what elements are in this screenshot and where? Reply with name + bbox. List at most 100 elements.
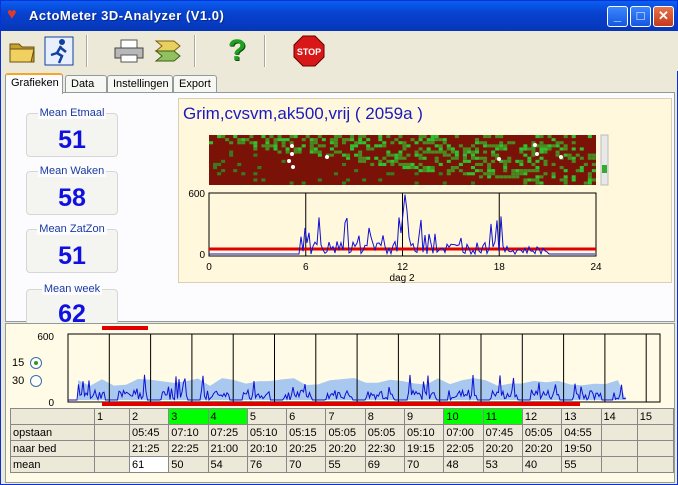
activity-heatmap (209, 135, 596, 185)
table-cell[interactable]: 20:10 (246, 440, 288, 457)
table-cell[interactable] (600, 424, 638, 441)
table-cell[interactable]: 19:50 (561, 440, 602, 457)
table-cell[interactable]: 19:15 (404, 440, 445, 457)
day-header-cell[interactable]: 7 (325, 408, 366, 425)
running-man-icon[interactable] (42, 35, 76, 67)
table-cell[interactable] (93, 456, 130, 473)
table-cell[interactable] (600, 456, 638, 473)
detail-graph[interactable]: 600 0 0 6 12 18 24 dag 2 (179, 99, 673, 284)
interval-15-radio[interactable] (30, 357, 42, 369)
day-table: 1 2 3 4 5 6 7 8 9 10 11 12 13 14 15 opstaan 05:45 07:10 07… (10, 408, 675, 473)
metric-value: 58 (58, 184, 86, 212)
overview-graph[interactable]: 600 0 (6, 324, 674, 408)
table-cell[interactable] (636, 424, 675, 441)
tab-export[interactable]: Export (173, 75, 217, 93)
metric-mean-zatzon: Mean ZatZon 51 (26, 223, 118, 273)
radio-label-15: 15 (12, 357, 25, 369)
table-cell[interactable]: 07:25 (207, 424, 248, 441)
table-cell[interactable] (93, 440, 130, 457)
table-cell[interactable]: 05:15 (286, 424, 327, 441)
table-cell[interactable]: 76 (246, 456, 288, 473)
table-cell[interactable]: 20:20 (521, 440, 563, 457)
table-cell[interactable]: 40 (521, 456, 563, 473)
table-cell[interactable]: 61 (128, 456, 170, 473)
table-cell[interactable]: 22:05 (443, 440, 484, 457)
table-cell[interactable]: 07:45 (482, 424, 523, 441)
day-header-cell[interactable]: 14 (600, 408, 638, 425)
table-cell[interactable]: 70 (404, 456, 445, 473)
app-window: ♥ ActoMeter 3D-Analyzer (V1.0) _ □ ✕ ? S… (0, 0, 678, 485)
x-tick-label: 6 (303, 262, 309, 273)
y-tick-label: 600 (188, 189, 205, 200)
table-cell[interactable] (636, 456, 675, 473)
heatmap-point (533, 143, 537, 147)
tab-grafieken[interactable]: Grafieken (5, 73, 63, 94)
help-icon[interactable]: ? (220, 34, 254, 67)
day-header-cell[interactable]: 13 (561, 408, 602, 425)
table-cell[interactable]: 53 (482, 456, 523, 473)
day-header-cell[interactable]: 15 (636, 408, 675, 425)
table-cell[interactable]: 05:10 (404, 424, 445, 441)
radio-label-30: 30 (12, 375, 25, 387)
heatmap-point (291, 165, 295, 169)
table-cell[interactable]: 21:25 (128, 440, 170, 457)
table-cell[interactable]: 20:20 (482, 440, 523, 457)
table-cell[interactable]: 05:05 (521, 424, 563, 441)
chevrons-icon[interactable] (150, 35, 184, 67)
table-cell[interactable]: 69 (364, 456, 406, 473)
interval-30-radio[interactable] (30, 375, 42, 387)
day-header-cell[interactable]: 12 (521, 408, 563, 425)
day-header-cell[interactable]: 11 (482, 408, 523, 425)
detail-graph-panel: Grim,cvsvm,ak500,vrij ( 2059a ) 600 0 06… (178, 98, 673, 284)
day-header-cell[interactable]: 3 (168, 408, 209, 425)
table-cell[interactable] (636, 440, 675, 457)
metric-label: Mean Etmaal (37, 107, 107, 119)
day-header-cell[interactable]: 5 (246, 408, 288, 425)
heatmap-scrollbar[interactable] (600, 134, 609, 186)
table-cell[interactable]: 20:20 (325, 440, 366, 457)
y-tick-label: 0 (48, 398, 54, 408)
table-cell[interactable]: 70 (286, 456, 327, 473)
table-row: opstaan 05:45 07:10 07:25 05:10 05:15 05:05 05:… (10, 424, 675, 441)
tab-instellingen[interactable]: Instellingen (107, 75, 173, 93)
toolbar: ? STOP (2, 31, 678, 71)
day-header-cell[interactable]: 9 (404, 408, 445, 425)
tab-data[interactable]: Data (65, 75, 107, 93)
day-header-cell[interactable]: 10 (443, 408, 484, 425)
day-header-cell[interactable]: 1 (93, 408, 130, 425)
table-cell[interactable]: 07:10 (168, 424, 209, 441)
stop-icon[interactable]: STOP (292, 35, 326, 67)
day-header-cell[interactable]: 8 (364, 408, 406, 425)
close-button[interactable]: ✕ (653, 6, 674, 27)
table-cell[interactable]: 20:25 (286, 440, 327, 457)
minimize-button[interactable]: _ (607, 6, 628, 27)
table-cell[interactable]: 05:45 (128, 424, 170, 441)
x-tick-label: 0 (206, 262, 212, 273)
heatmap-scroll-thumb[interactable] (602, 165, 607, 173)
table-cell[interactable]: 07:00 (443, 424, 484, 441)
day-header-cell[interactable]: 2 (128, 408, 170, 425)
table-cell[interactable]: 05:05 (364, 424, 406, 441)
table-cell[interactable]: 04:55 (561, 424, 602, 441)
table-cell[interactable]: 55 (325, 456, 366, 473)
table-cell[interactable]: 05:05 (325, 424, 366, 441)
table-cell[interactable]: 50 (168, 456, 209, 473)
table-cell[interactable]: 21:00 (207, 440, 248, 457)
table-cell[interactable]: 05:10 (246, 424, 288, 441)
table-cell[interactable] (600, 440, 638, 457)
heart-app-icon[interactable]: ♥ (7, 7, 23, 23)
table-cell[interactable]: 48 (443, 456, 484, 473)
selected-day-marker (102, 326, 148, 330)
table-cell[interactable]: 22:30 (364, 440, 406, 457)
table-cell[interactable] (93, 424, 130, 441)
day-header-cell[interactable]: 6 (286, 408, 327, 425)
table-cell[interactable]: 55 (561, 456, 602, 473)
maximize-button[interactable]: □ (630, 6, 651, 27)
metric-label: Mean ZatZon (37, 223, 107, 235)
open-folder-icon[interactable] (6, 35, 40, 67)
printer-icon[interactable] (112, 35, 146, 67)
title-bar[interactable]: ♥ ActoMeter 3D-Analyzer (V1.0) _ □ ✕ (1, 1, 677, 31)
day-header-cell[interactable]: 4 (207, 408, 248, 425)
table-cell[interactable]: 22:25 (168, 440, 209, 457)
table-cell[interactable]: 54 (207, 456, 248, 473)
